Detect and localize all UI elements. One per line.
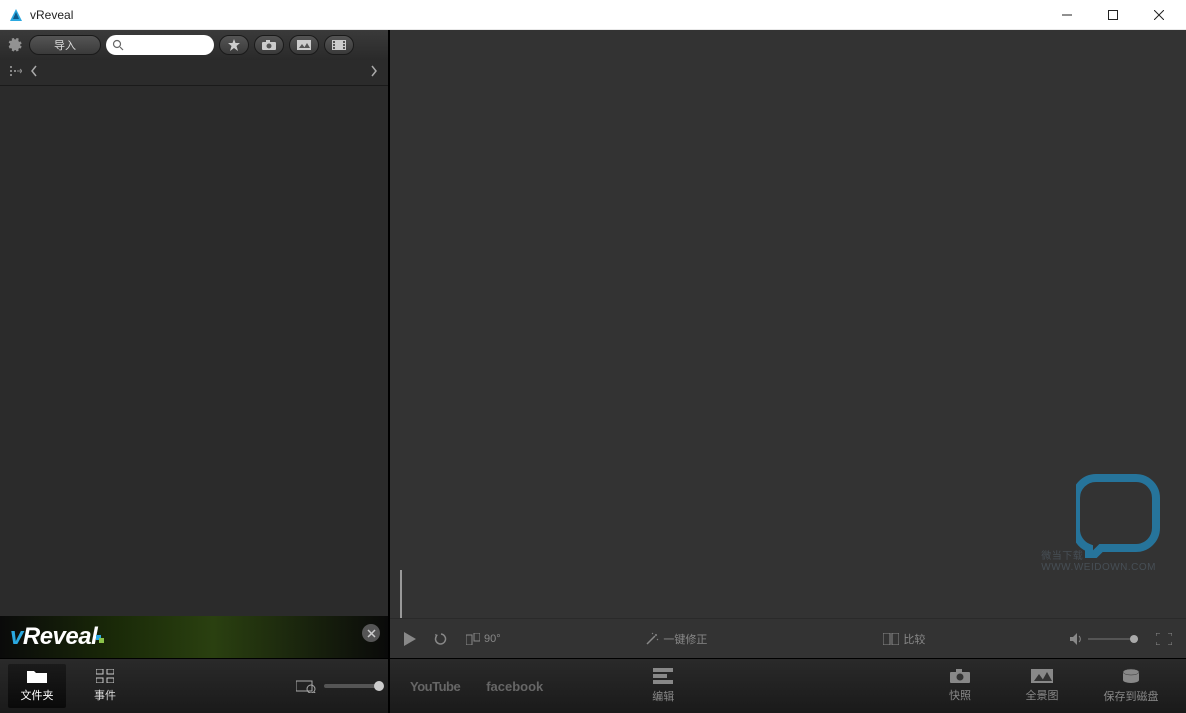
wand-icon — [645, 632, 659, 646]
snapshot-button[interactable]: 快照 — [932, 669, 988, 703]
watermark-text: 微当下载WWW.WEIDOWN.COM — [1041, 547, 1156, 573]
zoom-control[interactable] — [296, 679, 380, 693]
save-disk-button[interactable]: 保存到磁盘 — [1096, 668, 1166, 704]
window-title: vReveal — [30, 8, 1044, 22]
maximize-button[interactable] — [1090, 0, 1136, 30]
volume-slider[interactable] — [1088, 638, 1138, 640]
tab-events-label: 事件 — [94, 687, 116, 703]
chevron-right-icon — [370, 65, 378, 77]
app-logo-icon — [8, 7, 24, 23]
disk-icon — [1122, 668, 1140, 684]
panorama-button[interactable]: 全景图 — [1014, 669, 1070, 703]
search-input[interactable] — [128, 39, 198, 51]
close-button[interactable] — [1136, 0, 1182, 30]
onekey-fix-label: 一键修正 — [663, 631, 707, 647]
compare-label: 比较 — [903, 631, 925, 647]
fullscreen-icon — [1156, 633, 1172, 645]
minimize-button[interactable] — [1044, 0, 1090, 30]
watermark-logo-icon — [1076, 468, 1166, 558]
gallery-area — [0, 86, 388, 616]
compare-icon — [883, 633, 899, 645]
edit-label: 编辑 — [652, 688, 674, 704]
volume-icon — [1070, 633, 1084, 645]
import-button[interactable]: 导入 — [29, 35, 101, 55]
image-icon — [297, 40, 311, 50]
tab-folders[interactable]: 文件夹 — [8, 664, 66, 708]
film-icon — [332, 40, 346, 50]
window-titlebar: vReveal — [0, 0, 1186, 30]
edit-button[interactable]: 编辑 — [635, 668, 691, 704]
brand-logo: vReveal — [10, 623, 105, 651]
camera-icon — [950, 669, 970, 683]
fullscreen-button[interactable] — [1156, 633, 1172, 645]
onekey-fix-button[interactable]: 一键修正 — [645, 631, 707, 647]
loop-icon — [434, 632, 448, 646]
app-body: 导入 — [0, 30, 1186, 713]
camera-icon — [262, 40, 276, 50]
tab-events[interactable]: 事件 — [76, 664, 134, 708]
next-button[interactable] — [358, 65, 378, 80]
top-toolbar: 导入 — [0, 30, 388, 60]
edit-icon — [653, 668, 673, 684]
search-icon — [112, 39, 124, 51]
settings-button[interactable] — [6, 36, 24, 54]
player-controls: 90° 一键修正 比较 — [390, 618, 1186, 658]
play-button[interactable] — [404, 632, 416, 646]
camera-filter-button[interactable] — [254, 35, 284, 55]
playhead-indicator — [400, 570, 402, 618]
grid-icon — [96, 669, 114, 683]
right-panel: 微当下载WWW.WEIDOWN.COM 90° 一键修正 比较 — [390, 30, 1186, 713]
image-filter-button[interactable] — [289, 35, 319, 55]
compare-button[interactable]: 比较 — [883, 631, 925, 647]
panorama-label: 全景图 — [1026, 687, 1059, 703]
rotate-icon — [466, 633, 480, 645]
search-box[interactable] — [106, 35, 214, 55]
snapshot-label: 快照 — [949, 687, 971, 703]
video-filter-button[interactable] — [324, 35, 354, 55]
tab-folders-label: 文件夹 — [21, 687, 54, 703]
banner-close-button[interactable] — [362, 624, 380, 642]
zoom-icon — [296, 679, 318, 693]
bottom-actions: YouTube facebook 编辑 快照 全景图 保存到磁盘 — [390, 658, 1186, 713]
rotate-label: 90° — [484, 633, 501, 645]
gear-icon — [8, 38, 22, 52]
zoom-slider[interactable] — [324, 684, 380, 688]
expand-icon — [10, 66, 22, 76]
bottom-tabs: 文件夹 事件 — [0, 658, 388, 713]
video-viewer: 微当下载WWW.WEIDOWN.COM — [390, 30, 1186, 618]
chevron-left-icon — [30, 65, 38, 77]
star-icon — [228, 39, 240, 51]
gallery-nav — [0, 60, 388, 86]
folder-icon — [27, 669, 47, 683]
close-icon — [367, 629, 376, 638]
play-icon — [404, 632, 416, 646]
facebook-button[interactable]: facebook — [486, 679, 543, 694]
volume-control[interactable] — [1070, 633, 1138, 645]
left-panel: 导入 — [0, 30, 390, 713]
promo-banner: vReveal — [0, 616, 388, 658]
loop-button[interactable] — [434, 632, 448, 646]
rotate-button[interactable]: 90° — [466, 633, 501, 645]
save-disk-label: 保存到磁盘 — [1104, 688, 1159, 704]
youtube-button[interactable]: YouTube — [410, 679, 460, 694]
expand-toggle[interactable] — [10, 66, 30, 79]
favorites-filter-button[interactable] — [219, 35, 249, 55]
prev-button[interactable] — [30, 65, 50, 80]
panorama-icon — [1031, 669, 1053, 683]
